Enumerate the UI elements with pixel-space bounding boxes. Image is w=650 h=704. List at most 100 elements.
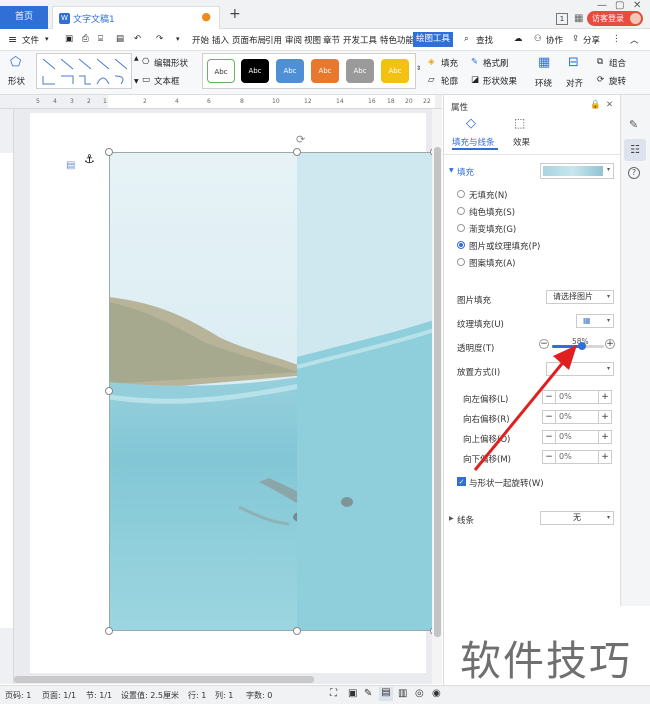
eye-protect-icon[interactable]: ◉	[432, 688, 441, 699]
fill-label[interactable]: 填充	[441, 57, 458, 69]
horizontal-ruler[interactable]: 5 4 3 2 1 2 4 6 8 10 12 14 16 18 20 22	[0, 95, 442, 109]
format-brush-icon[interactable]: ✎	[471, 57, 478, 67]
resize-handle[interactable]	[105, 627, 113, 635]
share-label[interactable]: 分享	[583, 34, 600, 46]
shape-icon[interactable]: ⬠	[10, 55, 21, 70]
collab-label[interactable]: 协作	[546, 34, 563, 46]
menu-review[interactable]: 审阅	[285, 34, 302, 46]
fullscreen-icon[interactable]: ⛶	[330, 688, 337, 699]
maximize-icon[interactable]: ▢	[615, 0, 624, 11]
menu-reference[interactable]: 引用	[265, 34, 282, 46]
section-fill[interactable]: 填充	[457, 166, 474, 178]
outline-view-icon[interactable]: ▣	[348, 688, 357, 699]
picture-fill-dropdown[interactable]: 请选择图片 ▾	[546, 290, 614, 304]
wrap-icon[interactable]: ▦	[538, 55, 550, 70]
resize-handle[interactable]	[105, 387, 113, 395]
section-collapsed-icon[interactable]: ▶	[449, 515, 454, 522]
shape-effect-label[interactable]: 形状效果	[483, 75, 517, 87]
group-label[interactable]: 组合	[609, 57, 626, 69]
stepper-plus[interactable]: +	[598, 431, 611, 443]
menu-special[interactable]: 特色功能	[380, 34, 414, 46]
stepper-plus[interactable]: +	[598, 451, 611, 463]
radio-no-fill[interactable]	[457, 190, 465, 198]
menu-page-layout[interactable]: 页面布局	[232, 34, 266, 46]
radio-picture-fill[interactable]	[457, 241, 465, 249]
stepper-plus[interactable]: +	[598, 391, 611, 403]
web-view-icon[interactable]: ▥	[398, 688, 407, 699]
style-gray[interactable]: Abc	[346, 59, 374, 83]
option-no-fill[interactable]: 无填充(N)	[469, 189, 508, 201]
radio-gradient-fill[interactable]	[457, 224, 465, 232]
resize-handle[interactable]	[105, 148, 113, 156]
fill-line-icon[interactable]: ◇	[466, 116, 476, 131]
help-icon[interactable]: ?	[628, 167, 640, 179]
style-black[interactable]: Abc	[241, 59, 269, 83]
tab-fill-line[interactable]: 填充与线条	[452, 136, 495, 148]
section-line[interactable]: 线条	[457, 514, 474, 526]
status-setting[interactable]: 设置值: 2.5厘米	[121, 690, 179, 701]
wrap-label[interactable]: 环绕	[535, 77, 552, 89]
fill-icon[interactable]: ◈	[428, 57, 435, 67]
vertical-ruler[interactable]	[0, 109, 14, 684]
option-pattern-fill[interactable]: 图案填充(A)	[469, 257, 515, 269]
window-count-badge[interactable]: 1	[556, 13, 568, 25]
document-tab[interactable]: W 文字文稿1 ●	[52, 6, 220, 29]
status-page[interactable]: 页面: 1/1	[42, 690, 76, 701]
save-icon[interactable]: ▣	[65, 34, 73, 44]
horizontal-scrollbar[interactable]	[14, 676, 314, 683]
rotate-icon[interactable]: ⟳	[597, 75, 604, 85]
edit-shape-label[interactable]: 编辑形状	[154, 57, 188, 69]
style-orange[interactable]: Abc	[311, 59, 339, 83]
apps-grid-icon[interactable]: ▦	[574, 13, 583, 24]
lock-icon[interactable]: 🔒	[590, 100, 601, 110]
menu-chapter[interactable]: 章节	[323, 34, 340, 46]
style-white[interactable]: Abc	[207, 59, 235, 83]
collab-icon[interactable]: ⚇	[534, 34, 542, 44]
option-picture-fill[interactable]: 图片或纹理填充(P)	[469, 240, 540, 252]
menu-start[interactable]: 开始	[192, 34, 209, 46]
menu-developer[interactable]: 开发工具	[343, 34, 377, 46]
close-icon[interactable]: ✕	[633, 0, 641, 11]
fill-preview-dropdown[interactable]: ▾	[540, 163, 614, 179]
tab-drawing-tools[interactable]: 绘图工具	[413, 32, 453, 47]
status-chars[interactable]: 字数: 0	[246, 690, 272, 701]
cloud-icon[interactable]: ☁	[514, 34, 523, 44]
redo-icon[interactable]: ↷	[156, 34, 163, 44]
stepper-plus[interactable]: +	[598, 411, 611, 423]
print-preview-icon[interactable]: ▤	[116, 34, 124, 44]
line-dropdown[interactable]: 无 ▾	[540, 511, 614, 525]
panel-close-icon[interactable]: ✕	[606, 100, 613, 110]
option-solid-fill[interactable]: 纯色填充(S)	[469, 206, 515, 218]
chevron-down-icon[interactable]: ▾	[45, 35, 49, 43]
gallery-more-icon[interactable]: ▼	[134, 78, 139, 85]
properties-toggle-icon[interactable]: ☷	[624, 139, 646, 161]
export-pdf-icon[interactable]: ⎙	[82, 34, 89, 44]
group-icon[interactable]: ⧉	[597, 57, 603, 67]
align-label[interactable]: 对齐	[566, 77, 583, 89]
transparency-increase-button[interactable]: +	[605, 339, 615, 349]
globe-icon[interactable]: ◎	[415, 688, 424, 699]
resize-handle[interactable]	[293, 627, 301, 635]
search-icon[interactable]: ⌕	[464, 34, 469, 44]
hamburger-icon[interactable]: ≡	[8, 33, 17, 46]
edit-view-icon[interactable]: ✎	[364, 688, 372, 699]
layout-options-icon[interactable]: ▤	[66, 160, 75, 171]
shape-gallery[interactable]	[36, 53, 132, 89]
style-yellow[interactable]: Abc	[381, 59, 409, 83]
effect-icon[interactable]: ⬚	[514, 116, 525, 130]
styles-more-icon[interactable]: ⇕	[416, 65, 421, 72]
option-gradient-fill[interactable]: 渐变填充(G)	[469, 223, 516, 235]
status-page-num[interactable]: 页码: 1	[5, 690, 31, 701]
outline-label[interactable]: 轮廓	[441, 75, 458, 87]
edit-shape-icon[interactable]: ⎔	[142, 57, 149, 67]
rotate-handle-icon[interactable]: ⟳	[296, 133, 305, 146]
radio-solid-fill[interactable]	[457, 207, 465, 215]
align-icon[interactable]: ⊟	[568, 55, 579, 70]
text-box-icon[interactable]: ▭	[142, 75, 150, 85]
tab-effect[interactable]: 效果	[513, 136, 530, 148]
shape-label[interactable]: 形状	[8, 75, 25, 87]
style-blue[interactable]: Abc	[276, 59, 304, 83]
page-view-icon[interactable]: ▤	[379, 687, 393, 701]
menu-insert[interactable]: 插入	[212, 34, 229, 46]
outline-icon[interactable]: ▱	[428, 75, 435, 85]
